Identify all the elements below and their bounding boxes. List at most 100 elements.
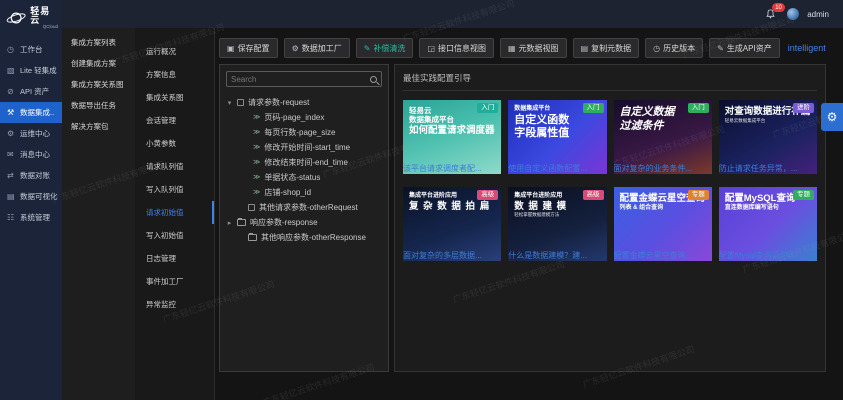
guide-card-caption[interactable]: 使用自定义函数配置... <box>508 163 606 174</box>
sidebar-item[interactable]: ▧ Lite 轻集成 <box>0 60 62 81</box>
guide-card-cover[interactable]: 高级 集成平台进阶应用复 杂 数 据 拍 扁 <box>403 187 501 243</box>
toolbar-button[interactable]: ⚙ 数据加工厂 <box>283 38 350 58</box>
logo-subtitle: QCloud <box>42 24 58 29</box>
submenu-item[interactable]: 数据导出任务 <box>62 95 135 116</box>
scheme-menu-item[interactable]: 请求队列值 <box>135 155 214 178</box>
notification-bell-icon[interactable]: 10 <box>765 3 785 21</box>
scheme-menu-item[interactable]: 方案信息 <box>135 63 214 86</box>
guide-card-cover[interactable]: 专题 配置金蝶云星空查询 列表 & 组合查询 <box>614 187 712 243</box>
tree-search <box>226 71 382 87</box>
data-integration-icon: ⚒ <box>7 107 15 117</box>
scheme-menu-item-label: 方案信息 <box>146 70 176 79</box>
guide-card-caption[interactable]: 配置金蝶云星空查询... <box>614 250 712 261</box>
scheme-menu-item[interactable]: 写入队列值 <box>135 178 214 201</box>
tree-node-icon <box>253 114 260 121</box>
tree-node[interactable]: 修改开始时间-start_time <box>226 140 382 155</box>
guide-card-caption[interactable]: 该平台请求调度者配... <box>403 163 501 174</box>
submenu-item[interactable]: 创建集成方案 <box>62 53 135 74</box>
guide-card-caption[interactable]: 什么是数据建模？建... <box>508 250 606 261</box>
tree-node-icon <box>248 233 257 241</box>
settings-float-button[interactable]: ⚙ <box>821 103 843 131</box>
card-title-line: 轻易云数据集成平台 <box>724 117 766 123</box>
topbar: 10 admin <box>62 0 843 28</box>
sidebar-item[interactable]: ◷ 工作台 <box>0 39 62 60</box>
scheme-menu-item-label: 异常监控 <box>146 300 176 309</box>
level-badge: 专题 <box>793 190 814 201</box>
tree-node[interactable]: 单据状态-status <box>226 170 382 185</box>
generate-api-icon: ✎ <box>717 43 724 53</box>
submenu-item[interactable]: 集成方案列表 <box>62 32 135 53</box>
planet-logo-icon <box>6 12 26 24</box>
sidebar-item[interactable]: ⚙ 运维中心 <box>0 123 62 144</box>
guide-card-cover[interactable]: 专题 配置MySQL查询 直连数据库编写语句 <box>719 187 817 243</box>
tree-node-label: 其他响应参数-otherResponse <box>261 233 366 242</box>
tree-node[interactable]: 店铺-shop_id <box>226 185 382 200</box>
scheme-menu-item[interactable]: 事件加工厂 <box>135 270 214 293</box>
guide-card-caption[interactable]: 面对复杂的业务条件... <box>614 163 712 174</box>
tree-expander-icon[interactable]: ▸ <box>226 219 233 227</box>
tree-expander-icon[interactable]: ▾ <box>226 99 233 107</box>
guide-card[interactable]: 专题 配置MySQL查询 直连数据库编写语句 配置Mysql查询语句自... <box>718 187 817 261</box>
guide-card-caption[interactable]: 防止请求任务异常，... <box>719 163 817 174</box>
toolbar-button[interactable]: ▦ 元数据视图 <box>500 38 567 58</box>
toolbar-button[interactable]: ✎ 补偿清洗 <box>355 38 414 58</box>
guide-card-cover[interactable]: 入门 数据集成平台 自定义函数 字段属性值 <box>508 100 606 156</box>
sidebar-item[interactable]: ⊘ API 资产 <box>0 81 62 102</box>
toolbar-button-label: 保存配置 <box>237 43 270 53</box>
guide-card[interactable]: 入门 自定义数据 过滤条件 面对复杂的业务条件... <box>613 100 712 174</box>
sidebar-item[interactable]: ⚒ 数据集成.. <box>0 101 62 123</box>
tree-node[interactable]: 修改结束时间-end_time <box>226 155 382 170</box>
tree-node[interactable]: 其他请求参数-otherRequest <box>226 200 382 215</box>
scheme-menu-item[interactable]: 写入初始值 <box>135 224 214 247</box>
save-icon: ▣ <box>227 43 235 53</box>
guide-card[interactable]: 入门 轻易云 数据集成平台 如何配置请求调度器 该平台请求调度者配... <box>403 100 502 174</box>
tree-node[interactable]: 页码-page_index <box>226 110 382 125</box>
scheme-menu-item[interactable]: 会话管理 <box>135 109 214 132</box>
guide-card[interactable]: 专题 配置金蝶云星空查询 列表 & 组合查询 配置金蝶云星空查询... <box>613 187 712 261</box>
scheme-menu-item[interactable]: 异常监控 <box>135 293 214 316</box>
guide-card[interactable]: 入门 数据集成平台 自定义函数 字段属性值 使用自定义函数配置... <box>508 100 607 174</box>
sidebar-item[interactable]: ▤ 数据可视化 <box>0 186 62 207</box>
toolbar-button[interactable]: ◲ 接口信息视图 <box>419 38 494 58</box>
tree-node[interactable]: ▾ 请求参数-request <box>226 95 382 110</box>
intelligent-link[interactable]: intelligent <box>788 43 826 53</box>
level-badge: 高级 <box>582 190 604 201</box>
toolbar-button-label: 接口信息视图 <box>438 43 486 53</box>
avatar[interactable] <box>787 8 800 20</box>
guide-card-cover[interactable]: 入门 轻易云 数据集成平台 如何配置请求调度器 <box>403 100 501 156</box>
tree-node[interactable]: ▸ 响应参数-response <box>226 215 382 230</box>
scheme-menu-item[interactable]: 集成关系图 <box>135 86 214 109</box>
scheme-menu-item[interactable]: 小黄参数 <box>135 132 214 155</box>
submenu-item[interactable]: 集成方案关系图 <box>62 74 135 95</box>
guide-card-cover[interactable]: 进阶 对查询数据进行补漏 轻易云数据集成平台 <box>719 100 817 156</box>
guide-card-cover[interactable]: 入门 自定义数据 过滤条件 <box>614 100 712 156</box>
submenu-item-label: 解决方案包 <box>71 122 109 131</box>
guide-card[interactable]: 高级 集成平台进阶应用数 据 建 模轻松掌握数据建模方法 什么是数据建模？建..… <box>508 187 607 261</box>
guide-card[interactable]: 高级 集成平台进阶应用复 杂 数 据 拍 扁 面对复杂的多层数据... <box>403 187 502 261</box>
scheme-menu-item[interactable]: 运行概况 <box>135 40 214 63</box>
guide-card-cover[interactable]: 高级 集成平台进阶应用数 据 建 模轻松掌握数据建模方法 <box>508 187 606 243</box>
guide-card-caption[interactable]: 面对复杂的多层数据... <box>403 250 501 261</box>
toolbar-button[interactable]: ▤ 复制元数据 <box>572 38 640 58</box>
toolbar-button[interactable]: ▣ 保存配置 <box>219 38 278 58</box>
sidebar-item[interactable]: ✉ 消息中心 <box>0 144 62 165</box>
sidebar-item-label: API 资产 <box>20 86 50 96</box>
guide-card[interactable]: 进阶 对查询数据进行补漏 轻易云数据集成平台 防止请求任务异常，... <box>718 100 817 174</box>
search-input[interactable] <box>231 74 367 84</box>
toolbar-button[interactable]: ◷ 历史版本 <box>645 38 704 58</box>
submenu-item[interactable]: 解决方案包 <box>62 116 135 137</box>
scheme-menu-item[interactable]: 日志管理 <box>135 247 214 270</box>
card-title-line: 复 杂 数 据 拍 扁 <box>409 200 491 212</box>
card-title-line: 如何配置请求调度器 <box>409 124 495 136</box>
scheme-menu-item[interactable]: 请求初始值 <box>135 201 214 224</box>
sidebar-item[interactable]: ⇄ 数据对账 <box>0 165 62 186</box>
toolbar-button[interactable]: ✎ 生成API资产 <box>709 38 780 58</box>
guide-card-caption[interactable]: 配置Mysql查询语句自... <box>719 250 817 261</box>
card-title-line: 轻松掌握数据建模方法 <box>514 212 560 218</box>
tree-node[interactable]: 每页行数-page_size <box>226 125 382 140</box>
tree-node[interactable]: 其他响应参数-otherResponse <box>226 230 382 245</box>
app-logo[interactable]: 轻易云 QCloud <box>0 0 62 39</box>
submenu-item-label: 集成方案关系图 <box>71 80 124 89</box>
username[interactable]: admin <box>807 10 829 19</box>
sidebar-item[interactable]: ☷ 系统管理 <box>0 207 62 228</box>
